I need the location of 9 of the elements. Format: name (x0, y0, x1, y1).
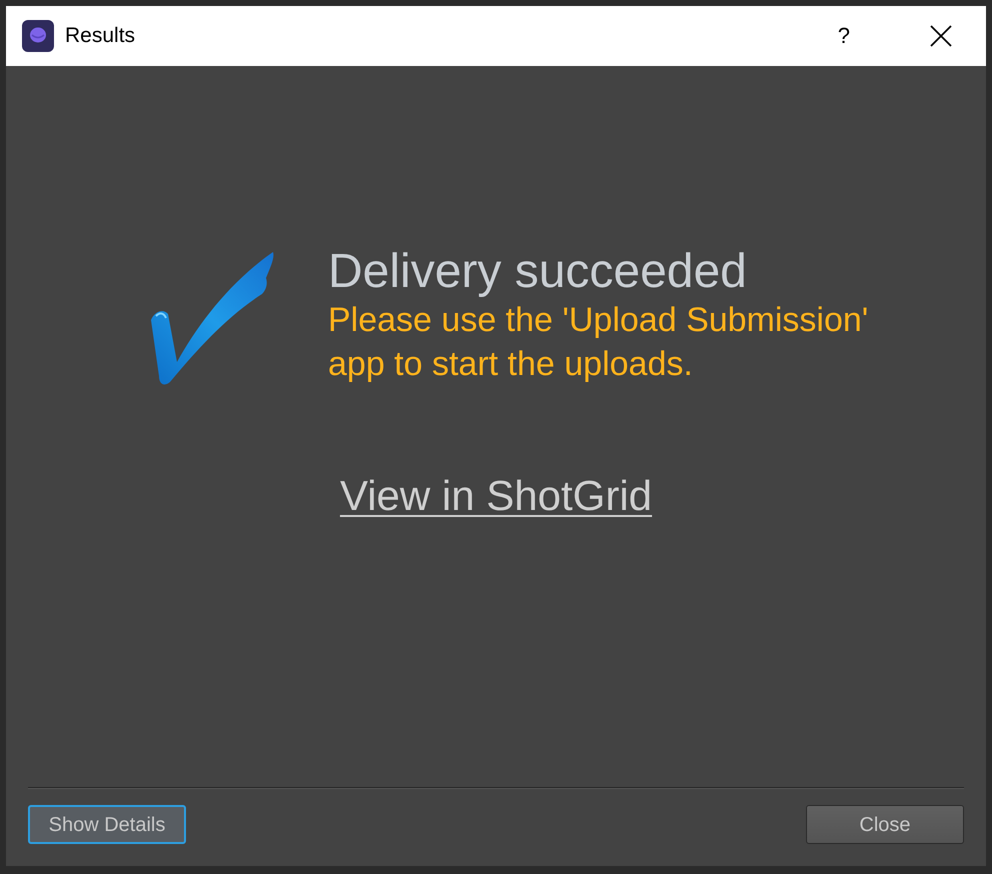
window-title: Results (65, 23, 136, 50)
close-icon (930, 25, 952, 47)
view-link[interactable]: View in ShotGrid (340, 472, 652, 519)
app-icon (22, 20, 54, 52)
result-heading: Delivery succeeded (328, 246, 748, 298)
close-button[interactable]: Close (806, 805, 964, 844)
help-button[interactable]: ? (832, 25, 856, 47)
result-message: Please use the 'Upload Submission' app to start the uploads. (328, 300, 870, 385)
details-button[interactable]: Show Details (28, 805, 186, 844)
